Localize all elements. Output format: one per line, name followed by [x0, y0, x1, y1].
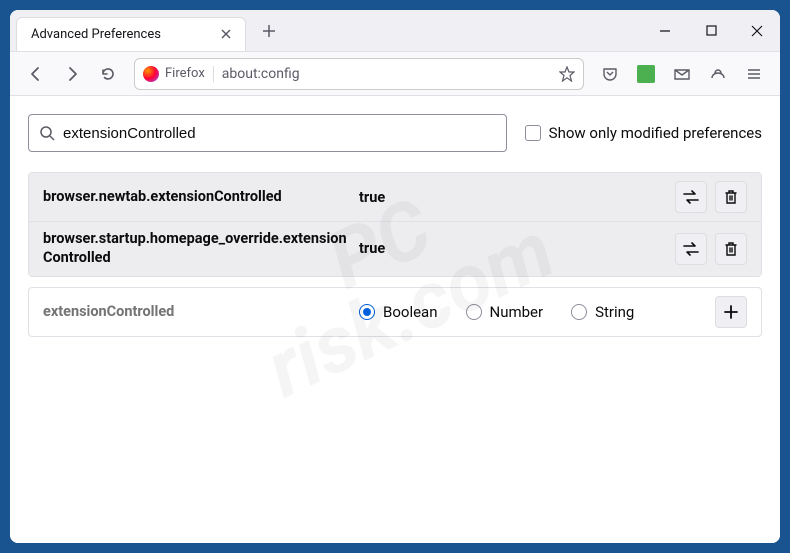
- radio-input[interactable]: [359, 304, 375, 320]
- radio-input[interactable]: [571, 304, 587, 320]
- tab-active[interactable]: Advanced Preferences: [16, 17, 246, 51]
- reload-button[interactable]: [92, 58, 124, 90]
- radio-label: String: [595, 303, 634, 321]
- menu-button[interactable]: [738, 58, 770, 90]
- pref-value: true: [359, 240, 667, 257]
- type-radio-group: Boolean Number String: [359, 303, 707, 321]
- account-button[interactable]: [702, 58, 734, 90]
- mail-button[interactable]: [666, 58, 698, 90]
- radio-number[interactable]: Number: [466, 303, 544, 321]
- url-bar[interactable]: Firefox about:config: [134, 58, 584, 90]
- about-config-content: Show only modified preferences browser.n…: [10, 96, 780, 543]
- minimize-button[interactable]: [642, 10, 688, 51]
- search-input[interactable]: [63, 125, 496, 142]
- radio-boolean[interactable]: Boolean: [359, 303, 438, 321]
- browser-window: Advanced Preferences: [10, 10, 780, 543]
- maximize-button[interactable]: [688, 10, 734, 51]
- pref-value: true: [359, 189, 667, 206]
- radio-input[interactable]: [466, 304, 482, 320]
- radio-label: Number: [490, 303, 544, 321]
- forward-button[interactable]: [56, 58, 88, 90]
- search-row: Show only modified preferences: [28, 114, 762, 152]
- new-tab-button[interactable]: [254, 16, 284, 46]
- pref-row: browser.startup.homepage_override.extens…: [29, 222, 761, 276]
- new-pref-name: extensionControlled: [43, 303, 351, 320]
- window-controls: [642, 10, 780, 51]
- back-button[interactable]: [20, 58, 52, 90]
- show-modified-label: Show only modified preferences: [549, 124, 762, 142]
- identity-box[interactable]: Firefox: [143, 66, 214, 82]
- search-icon: [39, 125, 55, 141]
- close-window-button[interactable]: [734, 10, 780, 51]
- tab-title: Advanced Preferences: [31, 27, 161, 42]
- toggle-button[interactable]: [675, 233, 707, 265]
- pocket-button[interactable]: [594, 58, 626, 90]
- pref-list: browser.newtab.extensionControlled true …: [28, 172, 762, 277]
- pref-name: browser.newtab.extensionControlled: [43, 188, 351, 207]
- url-text: about:config: [222, 66, 551, 82]
- bookmark-star-icon[interactable]: [559, 66, 575, 82]
- radio-string[interactable]: String: [571, 303, 634, 321]
- delete-button[interactable]: [715, 233, 747, 265]
- show-modified-checkbox[interactable]: [525, 125, 541, 141]
- add-button[interactable]: [715, 296, 747, 328]
- extension-icon: [637, 65, 655, 83]
- pref-name: browser.startup.homepage_override.extens…: [43, 230, 351, 268]
- identity-label: Firefox: [165, 66, 205, 81]
- show-modified-checkbox-wrap[interactable]: Show only modified preferences: [525, 124, 762, 142]
- firefox-icon: [143, 66, 159, 82]
- navbar: Firefox about:config: [10, 52, 780, 96]
- new-pref-row: extensionControlled Boolean Number Strin…: [28, 287, 762, 337]
- radio-label: Boolean: [383, 303, 438, 321]
- pref-row: browser.newtab.extensionControlled true: [29, 173, 761, 222]
- titlebar: Advanced Preferences: [10, 10, 780, 52]
- extension-button[interactable]: [630, 58, 662, 90]
- delete-button[interactable]: [715, 181, 747, 213]
- search-box[interactable]: [28, 114, 507, 152]
- toggle-button[interactable]: [675, 181, 707, 213]
- close-tab-button[interactable]: [217, 25, 235, 43]
